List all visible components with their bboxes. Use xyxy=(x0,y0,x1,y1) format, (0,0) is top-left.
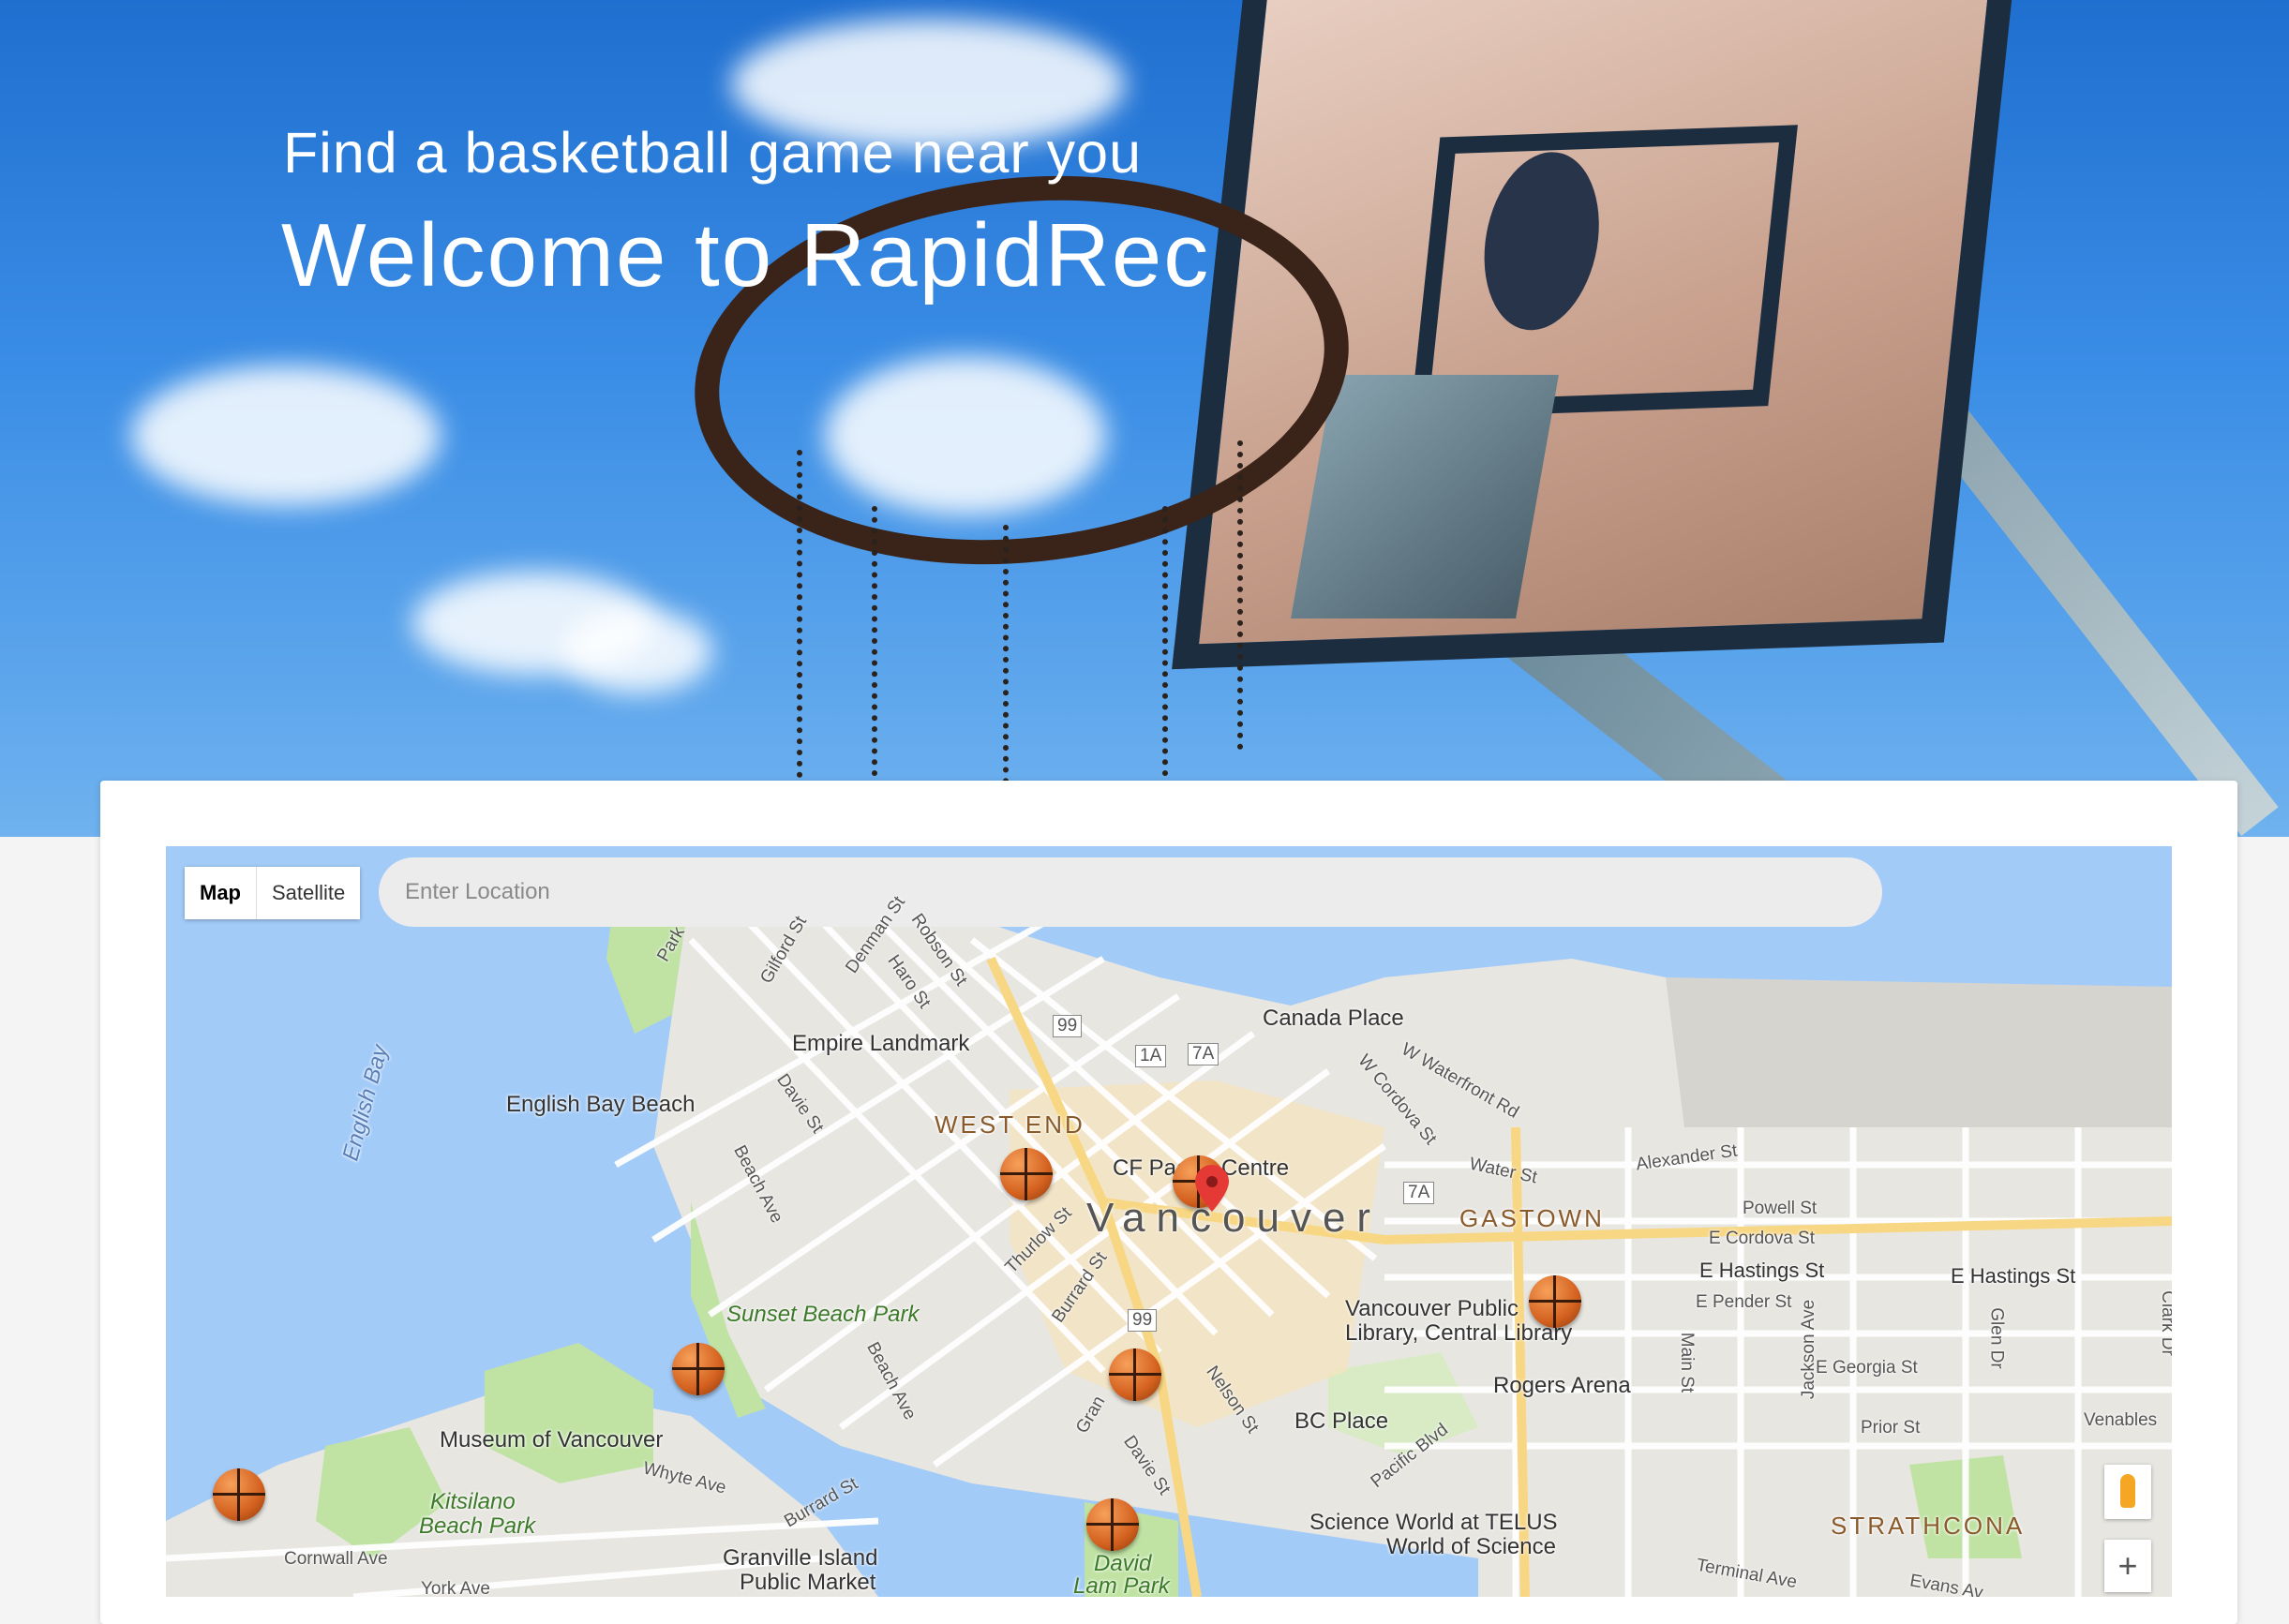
map-label: Venables xyxy=(2084,1410,2158,1430)
game-marker-ball[interactable] xyxy=(1529,1275,1581,1328)
map-label: Vancouver Public xyxy=(1345,1296,1519,1321)
map-label: Main St xyxy=(1677,1332,1698,1393)
route-shield: 7A xyxy=(1188,1043,1219,1065)
hero-subtitle: Find a basketball game near you xyxy=(283,121,1143,185)
satellite-view-button[interactable]: Satellite xyxy=(257,867,361,919)
location-pin-icon[interactable] xyxy=(1195,1165,1229,1212)
map-label: E Pender St xyxy=(1696,1292,1792,1312)
map-type-toggle: Map Satellite xyxy=(185,867,361,919)
game-map[interactable]: Map Satellite Canada Place Empire Landma… xyxy=(166,846,2172,1597)
map-label: World of Science xyxy=(1386,1534,1556,1559)
map-label: Library, Central Library xyxy=(1345,1320,1573,1346)
map-label: Public Market xyxy=(740,1570,876,1595)
cloud xyxy=(131,365,441,506)
map-label: Clark Dr xyxy=(2157,1290,2172,1356)
map-label: E Hastings St xyxy=(1699,1259,1825,1282)
route-shield: 99 xyxy=(1128,1309,1158,1332)
map-label: GASTOWN xyxy=(1459,1204,1605,1232)
hero-banner: Find a basketball game near you Welcome … xyxy=(0,0,2289,837)
map-label: Rogers Arena xyxy=(1493,1373,1631,1398)
map-label: Museum of Vancouver xyxy=(440,1427,664,1453)
map-label: WEST END xyxy=(935,1110,1085,1139)
map-label: Canada Place xyxy=(1263,1006,1404,1031)
map-label: York Ave xyxy=(421,1579,490,1597)
map-label: Prior St xyxy=(1861,1418,1921,1438)
map-label: Empire Landmark xyxy=(792,1031,970,1056)
game-marker-ball[interactable] xyxy=(213,1468,265,1521)
map-label: E Georgia St xyxy=(1816,1358,1918,1378)
zoom-in-button[interactable]: + xyxy=(2104,1540,2151,1592)
map-label: English Bay Beach xyxy=(506,1092,696,1117)
cloud xyxy=(562,609,712,693)
map-label: BC Place xyxy=(1294,1408,1389,1434)
map-label: Science World at TELUS xyxy=(1309,1510,1558,1535)
game-marker-ball[interactable] xyxy=(1109,1348,1161,1401)
map-label: Jackson Ave xyxy=(1799,1299,1819,1400)
map-label: Kitsilano xyxy=(430,1489,516,1514)
net-chain xyxy=(1237,440,1243,750)
map-view-button[interactable]: Map xyxy=(185,867,256,919)
map-label: Beach Park xyxy=(419,1513,536,1539)
net-chain xyxy=(1162,506,1168,787)
map-label: Vancouver xyxy=(1086,1195,1383,1241)
hero-title: Welcome to RapidRec xyxy=(281,205,1211,305)
route-shield: 1A xyxy=(1135,1045,1167,1067)
net-chain xyxy=(797,450,802,778)
map-label: Powell St xyxy=(1743,1199,1818,1218)
map-label: E Hastings St xyxy=(1951,1264,2076,1288)
game-marker-ball[interactable] xyxy=(1000,1148,1053,1200)
map-port xyxy=(1666,977,2172,1127)
location-search-input[interactable] xyxy=(379,857,1882,927)
map-label: Glen Dr xyxy=(1986,1307,2007,1369)
route-shield: 99 xyxy=(1053,1015,1083,1037)
net-chain xyxy=(872,506,877,787)
map-label: STRATHCONA xyxy=(1831,1512,2026,1540)
game-marker-ball[interactable] xyxy=(672,1343,725,1395)
game-marker-ball[interactable] xyxy=(1086,1498,1139,1551)
map-label: Lam Park xyxy=(1073,1573,1170,1597)
map-label: E Cordova St xyxy=(1709,1229,1815,1248)
street-view-pegman-icon[interactable] xyxy=(2104,1465,2151,1519)
route-shield: 7A xyxy=(1403,1182,1435,1204)
net-chain xyxy=(1003,525,1009,806)
map-label: Cornwall Ave xyxy=(284,1549,388,1569)
map-label: Granville Island xyxy=(723,1545,878,1571)
map-label: Sunset Beach Park xyxy=(726,1302,920,1327)
